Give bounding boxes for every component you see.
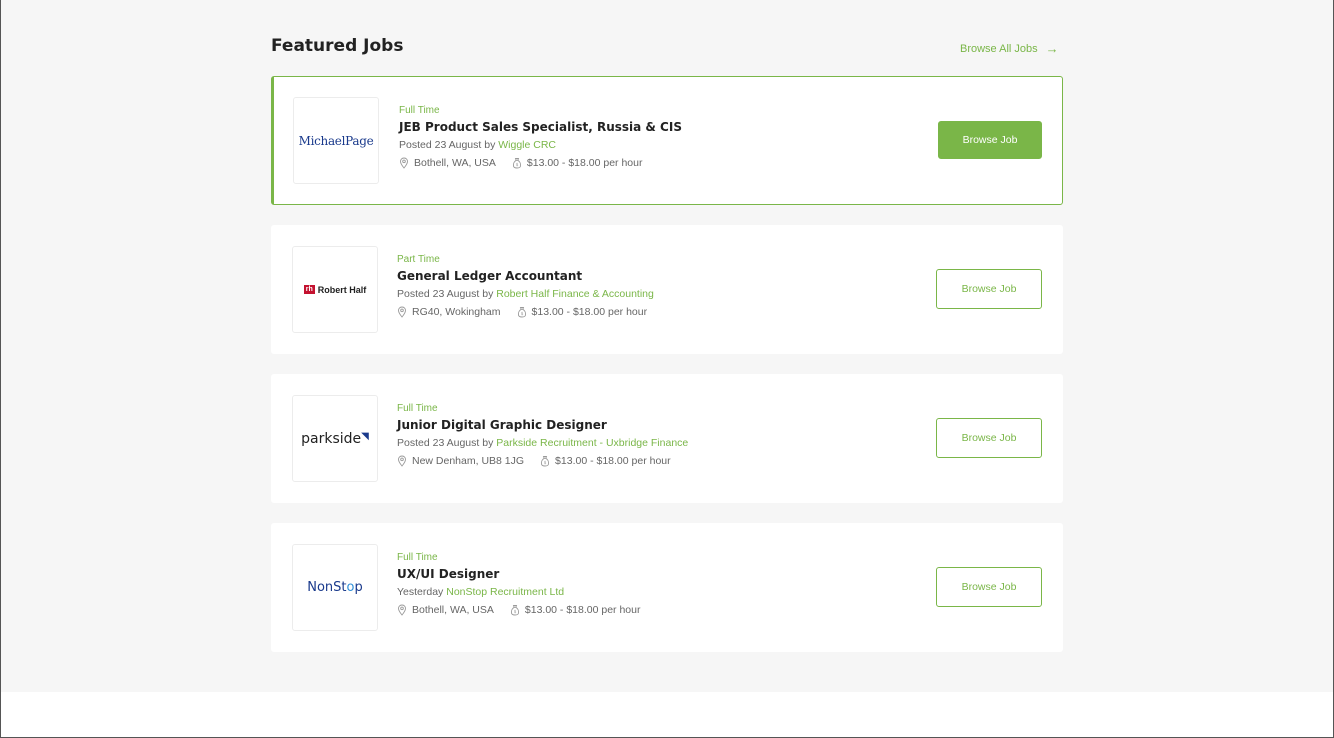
browse-all-jobs-link[interactable]: Browse All Jobs →	[960, 41, 1059, 56]
salary-text: $13.00 - $18.00 per hour	[526, 157, 643, 169]
job-card[interactable]: rh Robert Half Part Time General Ledger …	[271, 225, 1063, 354]
location-text: Bothell, WA, USA	[412, 604, 494, 616]
location-text: RG40, Wokingham	[412, 306, 501, 318]
map-pin-icon	[398, 455, 406, 467]
browse-job-button[interactable]: Browse Job	[936, 418, 1042, 458]
salary-text: $13.00 - $18.00 per hour	[555, 455, 671, 467]
job-title[interactable]: UX/UI Designer	[397, 567, 640, 581]
job-card[interactable]: parkside◥ Full Time Junior Digital Graph…	[271, 374, 1063, 503]
job-type: Full Time	[397, 552, 438, 563]
job-type: Full Time	[399, 105, 440, 116]
job-salary: $ $13.00 - $18.00 per hour	[512, 157, 643, 169]
nonstop-wordmark-a: NonSt	[307, 580, 347, 595]
job-posted: Posted 23 August by Robert Half Finance …	[397, 288, 654, 300]
money-bag-icon: $	[510, 605, 519, 616]
company-link[interactable]: Wiggle CRC	[498, 139, 556, 151]
job-title[interactable]: General Ledger Accountant	[397, 269, 654, 283]
svg-text:$: $	[513, 609, 516, 615]
job-type: Part Time	[397, 254, 440, 265]
robert-half-mark: rh	[303, 285, 315, 294]
nonstop-logo: NonStop	[307, 580, 363, 595]
posted-date: Posted 23 August by	[397, 288, 494, 300]
salary-text: $13.00 - $18.00 per hour	[531, 306, 648, 318]
job-type: Full Time	[397, 403, 438, 414]
featured-jobs-section: Featured Jobs Browse All Jobs → MichaelP…	[1, 0, 1333, 692]
robert-half-logo: rh Robert Half	[303, 284, 367, 295]
parkside-logo: parkside◥	[301, 431, 369, 447]
svg-text:$: $	[515, 162, 518, 168]
job-location: Bothell, WA, USA	[399, 157, 496, 169]
parkside-wordmark: parkside	[301, 430, 362, 447]
money-bag-icon: $	[512, 158, 521, 169]
job-meta: New Denham, UB8 1JG $ $13.00 - $18.00 pe…	[397, 455, 688, 467]
company-link[interactable]: Parkside Recruitment - Uxbridge Finance	[496, 437, 688, 449]
salary-text: $13.00 - $18.00 per hour	[524, 604, 641, 616]
company-logo: parkside◥	[292, 395, 378, 482]
job-meta: RG40, Wokingham $ $13.00 - $18.00 per ho…	[397, 306, 654, 318]
job-info: Full Time JEB Product Sales Specialist, …	[399, 105, 682, 169]
posted-date: Yesterday	[397, 586, 444, 598]
job-meta: Bothell, WA, USA $ $13.00 - $18.00 per h…	[397, 604, 640, 616]
next-section	[1, 692, 1333, 737]
money-bag-icon: $	[541, 456, 550, 467]
job-info: Full Time UX/UI Designer Yesterday NonSt…	[397, 552, 640, 616]
arrow-right-icon: →	[1045, 41, 1059, 56]
job-card[interactable]: NonStop Full Time UX/UI Designer Yesterd…	[271, 523, 1063, 652]
job-title[interactable]: JEB Product Sales Specialist, Russia & C…	[399, 120, 682, 134]
company-link[interactable]: Robert Half Finance & Accounting	[496, 288, 654, 300]
company-logo: rh Robert Half	[292, 246, 378, 333]
money-bag-icon: $	[517, 307, 526, 318]
svg-text:$: $	[520, 311, 523, 317]
company-logo: MichaelPage	[293, 97, 379, 184]
job-salary: $ $13.00 - $18.00 per hour	[510, 604, 641, 616]
parkside-mark-icon: ◥	[361, 430, 369, 442]
browse-job-button[interactable]: Browse Job	[936, 269, 1042, 309]
job-info: Part Time General Ledger Accountant Post…	[397, 254, 654, 318]
job-location: Bothell, WA, USA	[397, 604, 494, 616]
svg-text:$: $	[544, 460, 547, 466]
job-card-featured[interactable]: MichaelPage Full Time JEB Product Sales …	[271, 76, 1063, 205]
robert-half-wordmark: Robert Half	[317, 284, 367, 295]
job-salary: $ $13.00 - $18.00 per hour	[540, 455, 671, 467]
location-text: New Denham, UB8 1JG	[412, 455, 525, 467]
job-location: New Denham, UB8 1JG	[397, 455, 524, 467]
browse-job-button[interactable]: Browse Job	[938, 121, 1042, 159]
posted-date: Posted 23 August by	[399, 139, 496, 151]
company-link[interactable]: NonStop Recruitment Ltd	[446, 586, 564, 598]
browse-all-label: Browse All Jobs	[960, 42, 1038, 55]
map-pin-icon	[398, 306, 406, 318]
section-title: Featured Jobs	[271, 36, 404, 56]
map-pin-icon	[400, 157, 408, 169]
map-pin-icon	[398, 604, 406, 616]
location-text: Bothell, WA, USA	[414, 157, 496, 169]
job-posted: Posted 23 August by Wiggle CRC	[399, 139, 682, 151]
browse-job-button[interactable]: Browse Job	[936, 567, 1042, 607]
job-info: Full Time Junior Digital Graphic Designe…	[397, 403, 688, 467]
michael-page-logo: MichaelPage	[298, 133, 374, 148]
company-logo: NonStop	[292, 544, 378, 631]
job-posted: Yesterday NonStop Recruitment Ltd	[397, 586, 640, 598]
job-location: RG40, Wokingham	[397, 306, 501, 318]
job-meta: Bothell, WA, USA $ $13.00 - $18.00 per h…	[399, 157, 682, 169]
job-posted: Posted 23 August by Parkside Recruitment…	[397, 437, 688, 449]
nonstop-wordmark-c: p	[354, 580, 363, 595]
job-title[interactable]: Junior Digital Graphic Designer	[397, 418, 688, 432]
job-salary: $ $13.00 - $18.00 per hour	[517, 306, 648, 318]
posted-date: Posted 23 August by	[397, 437, 494, 449]
